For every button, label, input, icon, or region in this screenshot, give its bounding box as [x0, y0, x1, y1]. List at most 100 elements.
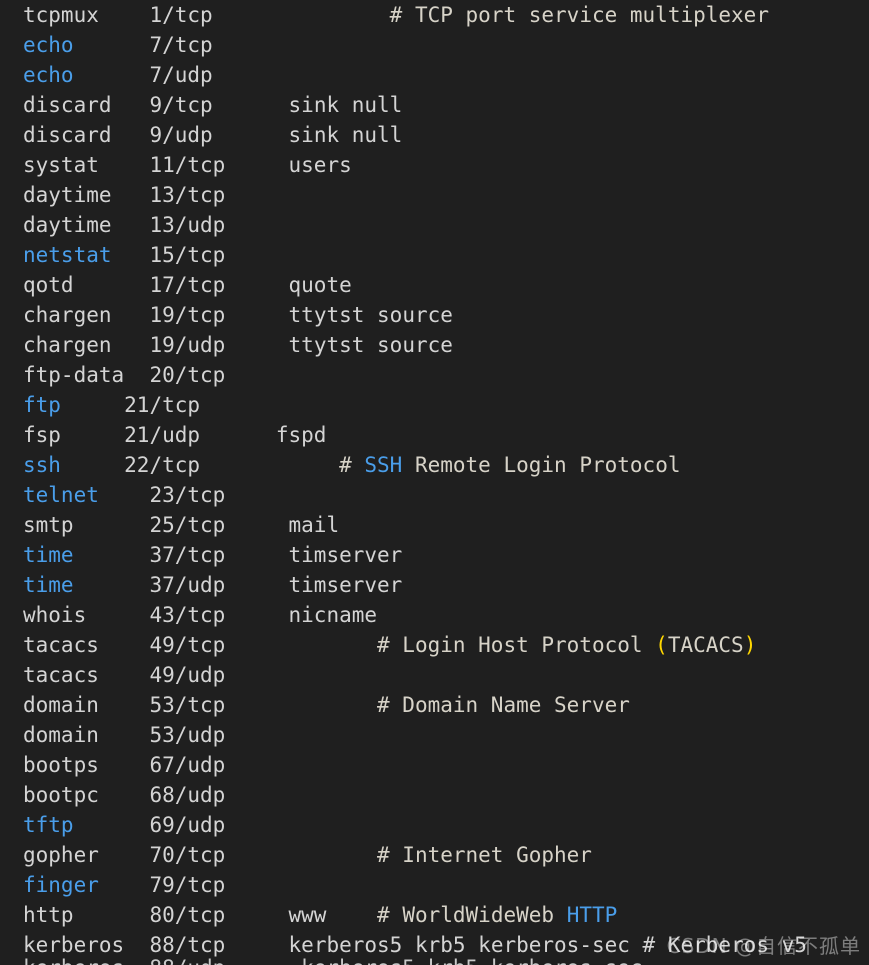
code-token: mail	[288, 513, 340, 537]
code-editor-pane[interactable]: tcpmux 1/tcp # TCP port service multiple…	[0, 0, 869, 965]
code-line[interactable]: finger 79/tcp	[23, 870, 807, 900]
code-line[interactable]: telnet 23/tcp	[23, 480, 807, 510]
code-line[interactable]: gopher 70/tcp # Internet Gopher	[23, 840, 807, 870]
code-token: 21/udp	[124, 423, 201, 447]
code-token: bootps	[23, 753, 99, 777]
code-line[interactable]: ftp-data 20/tcp	[23, 360, 807, 390]
code-token: sink null	[288, 123, 403, 147]
code-token: 80/tcp	[149, 903, 226, 927]
code-line[interactable]: netstat 15/tcp	[23, 240, 807, 270]
code-token: telnet	[23, 483, 99, 507]
code-line[interactable]: discard 9/udp sink null	[23, 120, 807, 150]
code-token: SSH	[364, 453, 403, 477]
code-token: time	[23, 543, 74, 567]
code-token: timserver	[288, 543, 403, 567]
code-token: systat	[23, 153, 99, 177]
code-token: ttytst source	[288, 303, 453, 327]
code-line[interactable]: chargen 19/tcp ttytst source	[23, 300, 807, 330]
code-line[interactable]: tacacs 49/tcp # Login Host Protocol (TAC…	[23, 630, 807, 660]
code-token: ttytst source	[288, 333, 453, 357]
code-line[interactable]: discard 9/tcp sink null	[23, 90, 807, 120]
code-line[interactable]: time 37/tcp timserver	[23, 540, 807, 570]
code-line[interactable]: whois 43/tcp nicname	[23, 600, 807, 630]
code-token: echo	[23, 63, 74, 87]
code-token: nicname	[288, 603, 378, 627]
code-token: 25/tcp	[149, 513, 226, 537]
code-content[interactable]: tcpmux 1/tcp # TCP port service multiple…	[0, 0, 807, 960]
code-line[interactable]: tcpmux 1/tcp # TCP port service multiple…	[23, 0, 807, 30]
code-line[interactable]: daytime 13/tcp	[23, 180, 807, 210]
code-token: domain	[23, 723, 99, 747]
code-line[interactable]: smtp 25/tcp mail	[23, 510, 807, 540]
code-token: # WorldWideWeb	[377, 903, 567, 927]
code-token: # Domain Name Server	[377, 693, 630, 717]
code-line[interactable]: qotd 17/tcp quote	[23, 270, 807, 300]
code-line[interactable]: tacacs 49/udp	[23, 660, 807, 690]
code-token: www	[288, 903, 327, 927]
code-token: 23/tcp	[149, 483, 226, 507]
code-token: 7/tcp	[149, 33, 213, 57]
code-line[interactable]: systat 11/tcp users	[23, 150, 807, 180]
code-line[interactable]: domain 53/tcp # Domain Name Server	[23, 690, 807, 720]
code-line[interactable]: fsp 21/udp fspd	[23, 420, 807, 450]
code-token: 19/tcp	[149, 303, 226, 327]
code-token: 20/tcp	[149, 363, 226, 387]
code-token: 69/udp	[149, 813, 226, 837]
code-token: sink null	[288, 93, 403, 117]
code-token: 49/tcp	[149, 633, 226, 657]
code-token: tftp	[23, 813, 74, 837]
code-token: ssh	[23, 453, 61, 477]
code-line[interactable]: chargen 19/udp ttytst source	[23, 330, 807, 360]
code-line[interactable]: ftp 21/tcp	[23, 390, 807, 420]
code-line[interactable]: echo 7/udp	[23, 60, 807, 90]
code-token: 7/udp	[149, 63, 213, 87]
code-token: 53/tcp	[149, 693, 226, 717]
code-line[interactable]: daytime 13/udp	[23, 210, 807, 240]
code-line[interactable]: domain 53/udp	[23, 720, 807, 750]
code-token: smtp	[23, 513, 74, 537]
code-token: 70/tcp	[149, 843, 226, 867]
code-line[interactable]: time 37/udp timserver	[23, 570, 807, 600]
code-token: domain	[23, 693, 99, 717]
code-token: 22/tcp	[124, 453, 201, 477]
code-token: 1/tcp	[149, 3, 213, 27]
code-token: HTTP	[566, 903, 618, 927]
code-token: quote	[288, 273, 352, 297]
code-token: 79/tcp	[149, 873, 226, 897]
code-token: 9/tcp	[149, 93, 213, 117]
code-token: 43/tcp	[149, 603, 226, 627]
code-token: 13/udp	[149, 213, 226, 237]
code-line[interactable]: bootpc 68/udp	[23, 780, 807, 810]
code-line[interactable]: ssh 22/tcp # SSH Remote Login Protocol	[23, 450, 807, 480]
code-line[interactable]: echo 7/tcp	[23, 30, 807, 60]
code-line[interactable]: bootps 67/udp	[23, 750, 807, 780]
code-token: qotd	[23, 273, 74, 297]
code-token: discard	[23, 123, 112, 147]
code-line[interactable]: tftp 69/udp	[23, 810, 807, 840]
code-token: 37/udp	[149, 573, 226, 597]
code-line[interactable]: http 80/tcp www # WorldWideWeb HTTP	[23, 900, 807, 930]
code-token: netstat	[23, 243, 112, 267]
